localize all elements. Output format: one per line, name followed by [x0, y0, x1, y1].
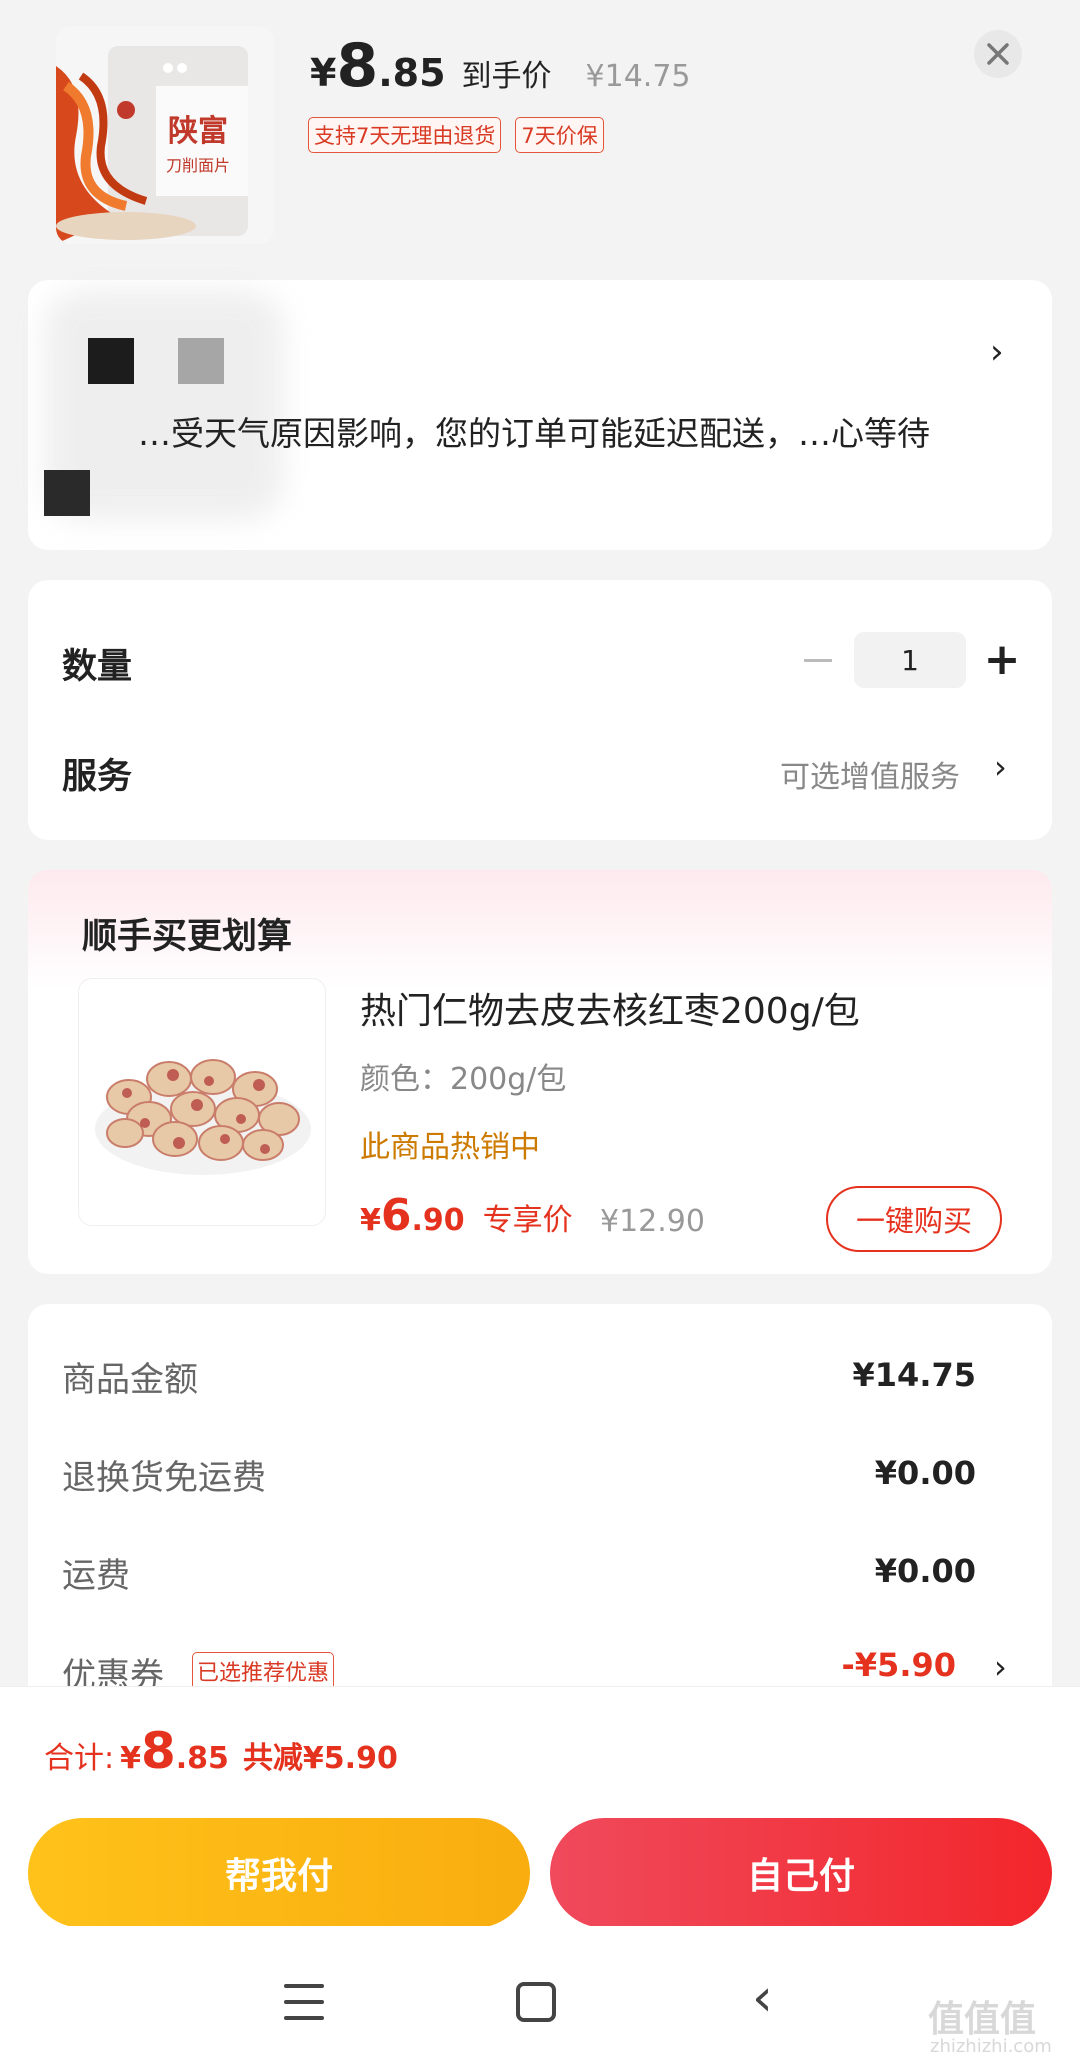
product-thumbnail[interactable]: 陕富 刀削面片 [56, 26, 274, 244]
original-price: ¥14.75 [585, 59, 691, 94]
price-decimal: .90 [411, 1203, 465, 1238]
total-integer: 8 [140, 1722, 176, 1780]
menu-icon[interactable] [284, 1984, 324, 2020]
package-brand-text: 陕富 [168, 114, 228, 149]
close-icon [987, 43, 1009, 65]
product-badges: 支持7天无理由退货 7天价保 [308, 117, 604, 153]
recommended-price: ¥ 6 .90 专享价 [360, 1190, 573, 1241]
delivery-delay-notice: …受天气原因影响，您的订单可能延迟配送，…心等待 [138, 414, 930, 453]
coupon-recommended-badge: 已选推荐优惠 [192, 1652, 335, 1690]
price-currency: ¥ [310, 51, 337, 95]
order-total: 合计: ¥ 8 .85 共减¥5.90 [44, 1722, 398, 1780]
return-shipping-label: 退换货免运费 [62, 1458, 266, 1498]
price-currency: ¥ [360, 1203, 381, 1238]
return-shipping-value: ¥0.00 [874, 1454, 976, 1492]
coupon-discount-value[interactable]: -¥5.90 [750, 1646, 957, 1684]
redaction-pixel [88, 338, 134, 384]
help-me-pay-button[interactable]: 帮我付 [28, 1818, 530, 1928]
recommendation-title: 顺手买更划算 [82, 917, 293, 957]
return-policy-badge: 支持7天无理由退货 [308, 117, 502, 153]
quantity-service-card [28, 580, 1052, 840]
redaction-pixel [178, 338, 224, 384]
chevron-right-icon[interactable]: › [990, 332, 1004, 372]
shipping-fee-label: 运费 [62, 1556, 130, 1596]
service-value[interactable]: 可选增值服务 [780, 752, 960, 796]
watermark-logo: 值值值 [928, 1999, 1037, 2040]
total-decimal: .85 [175, 1741, 229, 1776]
quantity-label: 数量 [62, 647, 133, 687]
recommended-product-spec: 颜色：200g/包 [360, 1062, 567, 1097]
red-dates-image [95, 1059, 311, 1175]
package-sub-text: 刀削面片 [166, 156, 231, 175]
service-label: 服务 [62, 757, 133, 797]
price-integer: 6 [380, 1190, 412, 1241]
chevron-right-icon[interactable]: › [994, 748, 1007, 786]
watermark-url: zhizhizhi.com [930, 2036, 1052, 2057]
quantity-value[interactable]: 1 [854, 632, 966, 688]
total-saved: 共减¥5.90 [242, 1741, 398, 1776]
total-currency: ¥ [120, 1741, 141, 1776]
total-label: 合计: [44, 1741, 115, 1776]
goods-amount-value: ¥14.75 [852, 1356, 976, 1394]
quantity-decrease-button[interactable] [800, 642, 836, 678]
price-protect-badge: 7天价保 [515, 117, 604, 153]
close-button[interactable] [974, 30, 1022, 78]
chevron-right-icon[interactable]: › [994, 1648, 1007, 1686]
price-tag-label: 到手价 [461, 59, 552, 94]
pay-myself-button[interactable]: 自己付 [550, 1818, 1052, 1928]
recommended-original-price: ¥12.90 [600, 1204, 705, 1239]
shipping-fee-value: ¥0.00 [874, 1552, 976, 1590]
back-icon[interactable]: ‹ [752, 1972, 773, 2024]
one-click-buy-button[interactable]: 一键购买 [826, 1186, 1002, 1252]
goods-amount-label: 商品金额 [62, 1360, 198, 1400]
quantity-increase-button[interactable]: + [980, 638, 1024, 682]
recommended-product-name[interactable]: 热门仁物去皮去核红枣200g/包 [360, 982, 860, 1034]
price-integer: 8 [336, 31, 379, 101]
minus-icon [804, 658, 832, 662]
hot-selling-label: 此商品热销中 [360, 1130, 540, 1165]
redaction-pixel [44, 470, 90, 516]
exclusive-price-tag: 专享价 [482, 1203, 573, 1238]
recommended-product-image[interactable] [78, 978, 326, 1226]
price-decimal: .85 [378, 51, 446, 95]
noodle-package-image [56, 26, 274, 244]
home-icon[interactable] [516, 1982, 556, 2022]
product-price: ¥ 8 .85 到手价 ¥14.75 [310, 36, 691, 96]
